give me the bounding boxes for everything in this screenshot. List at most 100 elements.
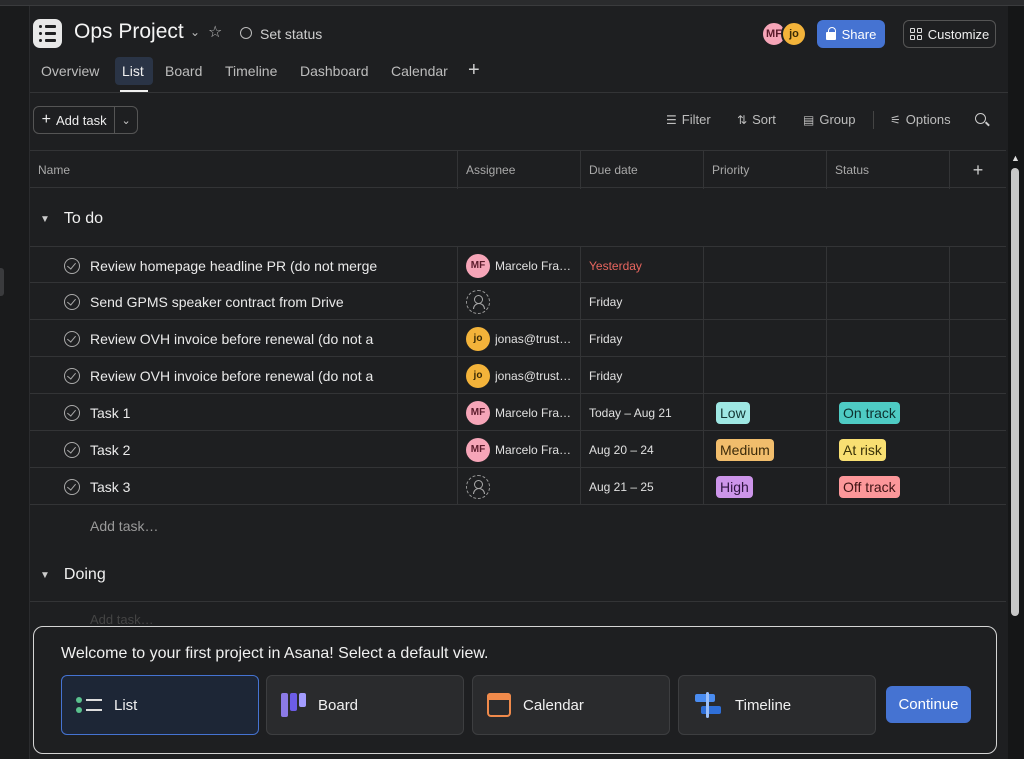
share-button[interactable]: Share bbox=[817, 20, 885, 48]
filter-button[interactable]: ☰ Filter bbox=[666, 112, 711, 127]
options-button[interactable]: ⚟ Options bbox=[890, 112, 951, 127]
view-option-timeline[interactable]: Timeline bbox=[678, 675, 876, 735]
priority-cell[interactable] bbox=[704, 283, 827, 320]
task-name[interactable]: Task 2 bbox=[90, 442, 380, 458]
status-circle-icon[interactable] bbox=[240, 27, 252, 39]
task-name[interactable]: Task 3 bbox=[90, 479, 380, 495]
star-icon[interactable]: ☆ bbox=[208, 22, 222, 42]
priority-cell[interactable] bbox=[704, 357, 827, 394]
tab-list[interactable]: List bbox=[122, 63, 144, 79]
task-name[interactable]: Task 1 bbox=[90, 405, 380, 421]
add-task-inline[interactable]: Add task… bbox=[90, 518, 158, 534]
caret-down-icon[interactable]: ▼ bbox=[40, 570, 50, 581]
column-header-due-date[interactable]: Due date bbox=[581, 151, 704, 189]
section-header-todo[interactable]: ▼ To do bbox=[40, 210, 103, 228]
chevron-down-icon[interactable]: ⌄ bbox=[190, 25, 200, 39]
table-row[interactable]: Task 2 MF Marcelo Fra… Aug 20 – 24 Medium At … bbox=[30, 431, 1006, 468]
customize-button[interactable]: Customize bbox=[903, 20, 996, 48]
task-name[interactable]: Review homepage headline PR (do not merg… bbox=[90, 258, 380, 274]
status-cell[interactable] bbox=[827, 320, 950, 357]
column-header-status[interactable]: Status bbox=[827, 151, 950, 189]
complete-check-icon[interactable] bbox=[64, 367, 80, 384]
assignee-cell[interactable]: jo jonas@trust… bbox=[458, 320, 581, 357]
status-cell[interactable]: On track bbox=[827, 394, 950, 431]
priority-cell[interactable]: Low bbox=[704, 394, 827, 431]
task-name[interactable]: Review OVH invoice before renewal (do no… bbox=[90, 368, 380, 384]
assignee-cell[interactable]: MF Marcelo Fra… bbox=[458, 247, 581, 284]
status-cell[interactable] bbox=[827, 357, 950, 394]
table-row[interactable]: Review homepage headline PR (do not merg… bbox=[30, 246, 1006, 284]
due-date-cell[interactable]: Friday bbox=[581, 283, 704, 320]
column-header-priority[interactable]: Priority bbox=[704, 151, 827, 189]
assignee-cell[interactable] bbox=[458, 468, 581, 505]
caret-down-icon[interactable]: ▼ bbox=[40, 214, 50, 225]
task-name[interactable]: Review OVH invoice before renewal (do no… bbox=[90, 331, 380, 347]
task-name-cell[interactable]: Send GPMS speaker contract from Drive bbox=[30, 283, 458, 320]
column-header-name[interactable]: Name bbox=[30, 151, 458, 189]
status-cell[interactable] bbox=[827, 247, 950, 284]
table-row[interactable]: Review OVH invoice before renewal (do no… bbox=[30, 357, 1006, 394]
due-date-cell[interactable]: Friday bbox=[581, 357, 704, 394]
complete-check-icon[interactable] bbox=[64, 257, 80, 274]
due-date-cell[interactable]: Aug 20 – 24 bbox=[581, 431, 704, 468]
task-name[interactable]: Send GPMS speaker contract from Drive bbox=[90, 294, 380, 310]
add-task-button[interactable]: + Add task bbox=[34, 107, 116, 133]
tab-calendar[interactable]: Calendar bbox=[391, 63, 448, 79]
complete-check-icon[interactable] bbox=[64, 330, 80, 347]
status-cell[interactable] bbox=[827, 283, 950, 320]
priority-cell[interactable]: High bbox=[704, 468, 827, 505]
table-row[interactable]: Task 1 MF Marcelo Fra… Today – Aug 21 Low On … bbox=[30, 394, 1006, 431]
assignee-cell[interactable]: MF Marcelo Fra… bbox=[458, 394, 581, 431]
view-option-calendar[interactable]: Calendar bbox=[472, 675, 670, 735]
scroll-up-arrow-icon[interactable]: ▲ bbox=[1011, 153, 1020, 163]
sidebar-handle[interactable] bbox=[0, 268, 4, 296]
column-header-assignee[interactable]: Assignee bbox=[458, 151, 581, 189]
priority-cell[interactable] bbox=[704, 320, 827, 357]
avatar-jo[interactable]: jo bbox=[781, 21, 807, 47]
complete-check-icon[interactable] bbox=[64, 293, 80, 310]
assignee-cell[interactable]: MF Marcelo Fra… bbox=[458, 431, 581, 468]
tab-timeline[interactable]: Timeline bbox=[225, 63, 277, 79]
assignee-cell[interactable] bbox=[458, 283, 581, 320]
continue-button[interactable]: Continue bbox=[886, 686, 971, 723]
due-date-cell[interactable]: Today – Aug 21 bbox=[581, 394, 704, 431]
set-status-button[interactable]: Set status bbox=[260, 26, 322, 42]
status-cell[interactable]: Off track bbox=[827, 468, 950, 505]
section-header-doing[interactable]: ▼ Doing bbox=[40, 566, 106, 584]
task-name-cell[interactable]: Review homepage headline PR (do not merg… bbox=[30, 247, 458, 284]
priority-cell[interactable]: Medium bbox=[704, 431, 827, 468]
tab-board[interactable]: Board bbox=[165, 63, 202, 79]
task-name-cell[interactable]: Task 2 bbox=[30, 431, 458, 468]
complete-check-icon[interactable] bbox=[64, 404, 80, 421]
unassigned-user-icon[interactable] bbox=[466, 289, 490, 314]
search-icon[interactable] bbox=[975, 113, 986, 124]
task-name-cell[interactable]: Task 3 bbox=[30, 468, 458, 505]
add-tab-plus-icon[interactable]: + bbox=[468, 59, 480, 82]
table-row[interactable]: Review OVH invoice before renewal (do no… bbox=[30, 320, 1006, 357]
assignee-cell[interactable]: jo jonas@trust… bbox=[458, 357, 581, 394]
add-column-plus-icon[interactable]: + bbox=[950, 151, 1006, 189]
view-option-list[interactable]: List bbox=[61, 675, 259, 735]
priority-cell[interactable] bbox=[704, 247, 827, 284]
task-name-cell[interactable]: Task 1 bbox=[30, 394, 458, 431]
due-date-cell[interactable]: Yesterday bbox=[581, 247, 704, 284]
sort-button[interactable]: ⇅ Sort bbox=[737, 112, 776, 127]
add-task-inline-faded[interactable]: Add task… bbox=[90, 612, 154, 627]
complete-check-icon[interactable] bbox=[64, 441, 80, 458]
add-task-dropdown-chevron-icon[interactable]: ⌄ bbox=[115, 107, 137, 133]
unassigned-user-icon[interactable] bbox=[466, 474, 490, 499]
vertical-scrollbar-thumb[interactable] bbox=[1011, 168, 1019, 616]
task-name-cell[interactable]: Review OVH invoice before renewal (do no… bbox=[30, 320, 458, 357]
table-row[interactable]: Send GPMS speaker contract from Drive Fri… bbox=[30, 283, 1006, 320]
task-name-cell[interactable]: Review OVH invoice before renewal (do no… bbox=[30, 357, 458, 394]
view-option-board[interactable]: Board bbox=[266, 675, 464, 735]
table-row[interactable]: Task 3 Aug 21 – 25 High Off track bbox=[30, 468, 1006, 505]
group-button[interactable]: ▤ Group bbox=[803, 112, 855, 127]
tab-overview[interactable]: Overview bbox=[41, 63, 99, 79]
due-date-cell[interactable]: Aug 21 – 25 bbox=[581, 468, 704, 505]
due-date-cell[interactable]: Friday bbox=[581, 320, 704, 357]
tab-dashboard[interactable]: Dashboard bbox=[300, 63, 369, 79]
status-cell[interactable]: At risk bbox=[827, 431, 950, 468]
project-title[interactable]: Ops Project bbox=[74, 20, 184, 44]
complete-check-icon[interactable] bbox=[64, 478, 80, 495]
